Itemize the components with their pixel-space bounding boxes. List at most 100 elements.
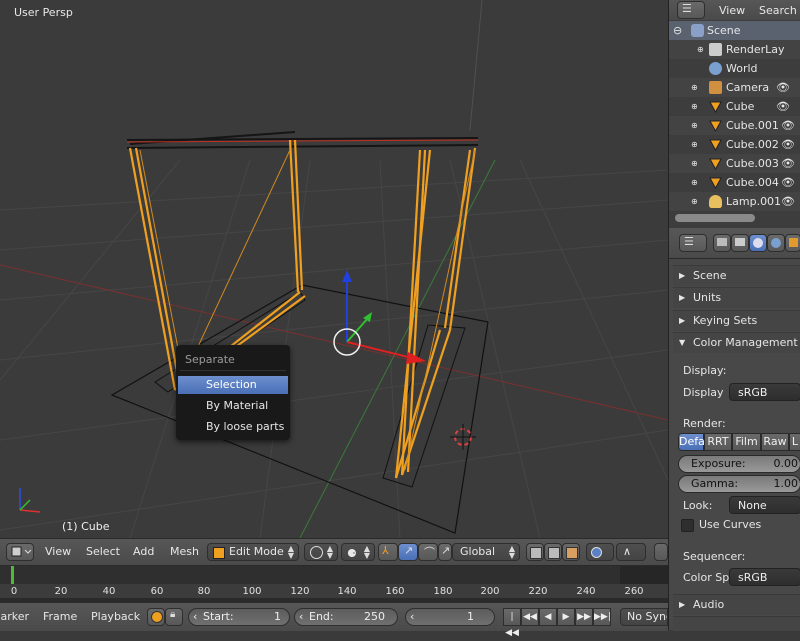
panel-partial[interactable] [673, 616, 800, 631]
outliner-item-world[interactable]: World [669, 59, 800, 78]
select-vertex-button[interactable] [526, 543, 544, 561]
tab-scene[interactable] [749, 234, 767, 252]
updown-icon: ▲ ▼ [508, 544, 515, 560]
eye-icon[interactable]: 👁︎ [781, 135, 795, 154]
3d-viewport[interactable]: User Persp (1) Cube Separate Selection B… [0, 0, 668, 538]
mode-dropdown[interactable]: Edit Mode ▲ ▼ [207, 543, 299, 561]
render-view-default[interactable]: Defa [678, 433, 705, 451]
outliner-item-renderlayers[interactable]: ⊕ RenderLay [669, 40, 800, 59]
end-frame-field[interactable]: ‹ End: 250 [294, 608, 398, 626]
current-frame-value: 1 [467, 610, 474, 623]
outliner-menu-search[interactable]: Search [759, 2, 797, 20]
scale-manipulator-button[interactable]: ↗ [438, 543, 452, 561]
start-frame-field[interactable]: ‹ Start: 1 [188, 608, 290, 626]
menu-add[interactable]: Add [133, 543, 154, 561]
select-face-button[interactable] [562, 543, 580, 561]
menu-item-by-loose-parts[interactable]: By loose parts [178, 418, 288, 436]
jump-prev-key-button[interactable]: ◀◀ [521, 608, 539, 626]
menu-item-selection[interactable]: Selection [178, 376, 288, 394]
outliner-item-cube-004[interactable]: ⊕ Cube.004 👁︎ [669, 173, 800, 192]
tab-render-layers[interactable] [731, 234, 749, 252]
render-view-raw[interactable]: Raw [761, 433, 789, 451]
scene-icon [691, 24, 704, 37]
eye-icon[interactable]: 👁︎ [781, 116, 795, 135]
jump-next-key-button[interactable]: ▶▶ [575, 608, 593, 626]
sync-mode-dropdown[interactable]: No Sync [620, 608, 668, 626]
outliner-item-label: Cube.003 [726, 157, 779, 170]
view3d-header: View Select Add Mesh Edit Mode ▲ ▼ ▲ ▼ ⚈ ▲… [0, 538, 668, 566]
gamma-slider[interactable]: Gamma: 1.00 [678, 475, 800, 493]
eye-icon[interactable]: 👁︎ [781, 192, 795, 211]
exposure-slider[interactable]: Exposure: 0.00 [678, 455, 800, 473]
menu-item-by-material[interactable]: By Material [178, 397, 288, 415]
look-dropdown[interactable]: None [729, 496, 800, 514]
panel-color-management[interactable]: ▼ Color Management [673, 332, 800, 353]
lock-icon: 🔒︎ [170, 609, 176, 620]
use-curves-checkbox[interactable] [681, 519, 694, 532]
outliner-item-scene[interactable]: ⊖ Scene [669, 21, 800, 40]
separate-menu: Separate Selection By Material By loose … [176, 345, 290, 440]
render-view-film[interactable]: Film [732, 433, 761, 451]
color-space-value: sRGB [738, 571, 768, 584]
outliner-item-cube[interactable]: ⊕ Cube 👁︎ [669, 97, 800, 116]
menu-playback[interactable]: Playback [91, 608, 140, 626]
render-view-rrt[interactable]: RRT [704, 433, 732, 451]
object-icon [789, 238, 798, 247]
snap-toggle-button[interactable] [654, 543, 668, 561]
select-edge-button[interactable] [544, 543, 562, 561]
outliner-scrollbar[interactable] [675, 214, 755, 222]
eye-icon[interactable]: 👁︎ [781, 173, 795, 192]
panel-scene[interactable]: ▶ Scene [673, 265, 800, 286]
translate-manipulator-button[interactable]: ↗ [398, 543, 418, 561]
current-frame-field[interactable]: ‹ 1 [405, 608, 495, 626]
jump-start-button[interactable]: |◀◀ [503, 608, 521, 638]
play-button[interactable]: ▶ [557, 608, 575, 626]
outliner-menu-view[interactable]: View [719, 2, 745, 20]
expand-icon: ⊕ [691, 197, 698, 206]
manipulator-toggle-button[interactable]: ⅄ [378, 543, 398, 561]
pivot-point-dropdown[interactable]: ⚈ ▲ ▼ [341, 543, 375, 561]
eye-icon[interactable]: 👁︎ [781, 154, 795, 173]
panel-keying-sets[interactable]: ▶ Keying Sets [673, 310, 800, 331]
preview-range-button[interactable] [147, 608, 165, 626]
menu-marker[interactable]: Marker [0, 608, 29, 626]
outliner-item-cube-003[interactable]: ⊕ Cube.003 👁︎ [669, 154, 800, 173]
menu-select[interactable]: Select [86, 543, 120, 561]
panel-audio[interactable]: ▶ Audio [673, 594, 800, 615]
proportional-edit-dropdown[interactable] [586, 543, 614, 561]
render-view-log[interactable]: L [789, 433, 800, 451]
jump-end-button[interactable]: ▶▶| [593, 608, 611, 626]
menu-view[interactable]: View [45, 543, 71, 561]
outliner-editor-type-button[interactable]: ☰ [677, 1, 705, 19]
current-frame-cursor[interactable] [11, 566, 14, 584]
menu-mesh[interactable]: Mesh [170, 543, 199, 561]
orientation-dropdown[interactable]: Global ▲ ▼ [452, 543, 520, 561]
play-reverse-button[interactable]: ◀ [539, 608, 557, 626]
timeline[interactable]: 0 20 40 60 80 100 120 140 160 180 200 22… [0, 565, 668, 603]
menu-frame[interactable]: Frame [43, 608, 77, 626]
display-device-dropdown[interactable]: sRGB [729, 383, 800, 401]
outliner-item-cube-002[interactable]: ⊕ Cube.002 👁︎ [669, 135, 800, 154]
expand-icon: ⊕ [691, 83, 698, 92]
properties-editor-type-button[interactable]: ☰ [679, 234, 707, 252]
sequencer-color-space-dropdown[interactable]: sRGB [729, 568, 800, 586]
outliner-item-cube-001[interactable]: ⊕ Cube.001 👁︎ [669, 116, 800, 135]
outliner-item-lamp-001[interactable]: ⊕ Lamp.001 👁︎ [669, 192, 800, 211]
viewport-shading-dropdown[interactable]: ▲ ▼ [304, 543, 338, 561]
eye-icon[interactable]: 👁︎ [776, 97, 790, 116]
editor-type-button[interactable] [6, 543, 34, 561]
falloff-dropdown[interactable]: ∧ [616, 543, 646, 561]
gamma-value: 1.00 [773, 477, 799, 490]
tab-object[interactable] [785, 234, 800, 252]
rotate-manipulator-button[interactable]: ⌒ [418, 543, 438, 561]
tab-render[interactable] [713, 234, 731, 252]
eye-icon[interactable]: 👁︎ [776, 78, 790, 97]
expand-triangle-icon: ▶ [679, 293, 686, 302]
timeline-frame-strip[interactable] [0, 566, 668, 584]
outliner-item-camera[interactable]: ⊕ Camera 👁︎ [669, 78, 800, 97]
play-reverse-icon: ◀ [544, 612, 552, 622]
exposure-label: Exposure: [691, 457, 746, 470]
lock-range-button[interactable]: 🔒︎ [165, 608, 183, 626]
tab-world[interactable] [767, 234, 785, 252]
panel-units[interactable]: ▶ Units [673, 287, 800, 308]
